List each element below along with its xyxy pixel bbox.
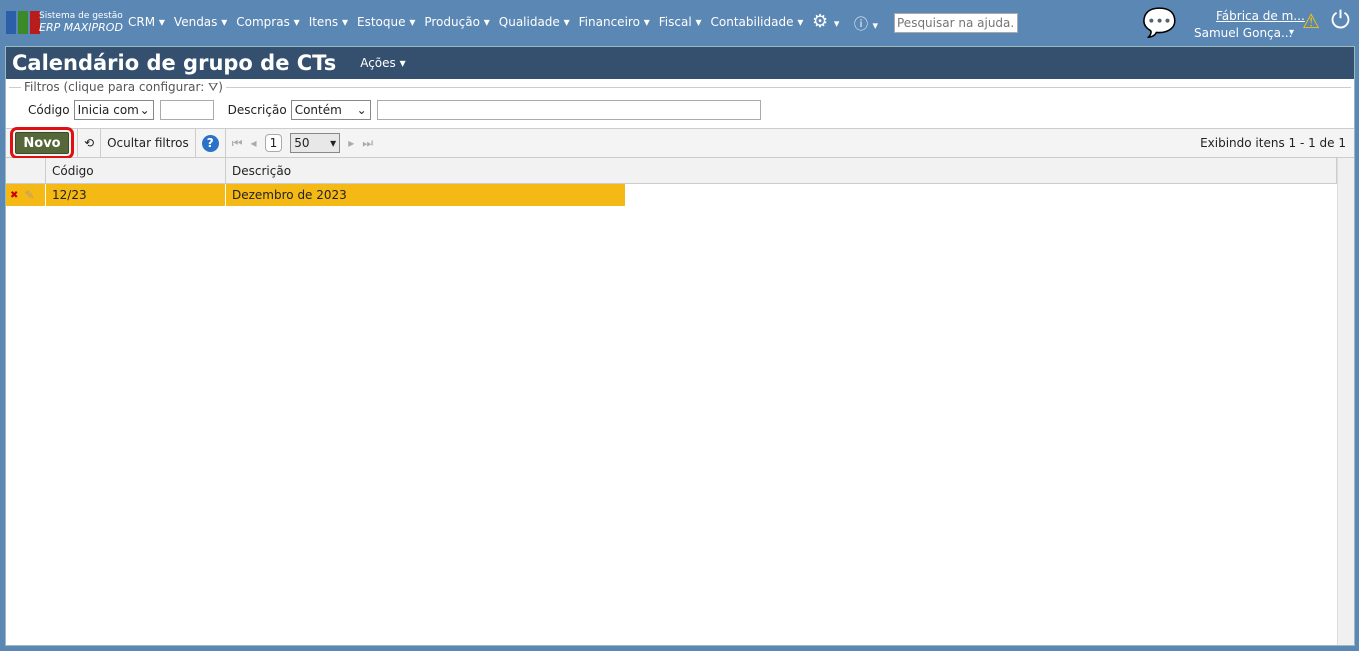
codigo-operator-select[interactable]: Inicia com ⌄ (73, 100, 154, 120)
cell-descricao: Dezembro de 2023 (226, 184, 626, 206)
next-page-icon[interactable]: ▸ (348, 136, 354, 150)
descricao-input[interactable] (376, 100, 761, 120)
menu-crm[interactable]: CRM (128, 15, 165, 29)
company-link[interactable]: Fábrica de m... (1216, 9, 1305, 23)
power-icon[interactable]: ⏻ (1331, 6, 1350, 34)
page-size-value: 50 (294, 136, 310, 150)
vertical-scrollbar[interactable] (1337, 158, 1354, 645)
menu-contabilidade[interactable]: Contabilidade (711, 15, 804, 29)
last-page-icon[interactable]: ⏭ (362, 136, 373, 151)
brand: Sistema de gestão ERP MAXIPROD (39, 10, 123, 34)
codigo-input[interactable] (159, 100, 214, 120)
new-button[interactable]: Novo (10, 127, 74, 159)
cell-codigo: 12/23 (46, 184, 226, 206)
main-menu: CRM Vendas Compras Itens Estoque Produçã… (128, 15, 803, 29)
help-search-input[interactable] (894, 13, 1018, 33)
descricao-op-value: Contém (294, 103, 342, 117)
edit-icon[interactable]: ✎ (24, 188, 34, 202)
descricao-label: Descrição (227, 103, 287, 117)
menu-qualidade[interactable]: Qualidade (499, 15, 570, 29)
codigo-label: Código (28, 103, 70, 117)
brand-line2: ERP MAXIPROD (39, 21, 123, 34)
chevron-down-icon[interactable]: ▾ (1289, 27, 1294, 38)
user-menu[interactable]: Samuel Gonça... (1194, 26, 1292, 40)
menu-estoque[interactable]: Estoque (357, 15, 415, 29)
prev-page-icon[interactable]: ◂ (251, 136, 257, 150)
title-bar: Calendário de grupo de CTs Ações (6, 47, 1354, 79)
items-status: Exibindo itens 1 - 1 de 1 (1200, 136, 1346, 150)
table-row[interactable]: ✖ ✎ 12/23 Dezembro de 2023 (6, 184, 626, 206)
delete-icon[interactable]: ✖ (10, 190, 18, 201)
warning-icon[interactable]: ⚠ (1302, 9, 1320, 33)
chat-icon[interactable]: 💬 (1142, 6, 1177, 39)
filter-icon[interactable]: ⛛ (208, 80, 218, 94)
menu-vendas[interactable]: Vendas (174, 15, 227, 29)
codigo-op-value: Inicia com (77, 103, 139, 117)
filters-legend[interactable]: Filtros (clique para configurar: ⛛) (21, 80, 226, 95)
menu-producao[interactable]: Produção (424, 15, 489, 29)
column-header-codigo[interactable]: Código (46, 158, 226, 183)
gear-icon[interactable]: ⚙ ▾ (812, 11, 839, 32)
menu-compras[interactable]: Compras (236, 15, 299, 29)
logo[interactable] (6, 11, 40, 34)
help-button[interactable]: ? (194, 129, 225, 157)
help-icon: ? (201, 134, 219, 152)
filters-legend-text: Filtros (clique para configurar: (24, 80, 205, 94)
chevron-down-icon: ⌄ (139, 103, 150, 117)
chevron-down-icon: ⌄ (356, 103, 367, 117)
menu-financeiro[interactable]: Financeiro (579, 15, 650, 29)
column-header-descricao[interactable]: Descrição (226, 158, 1337, 183)
pager: ⏮ ◂ 1 50 ▾ ▸ ⏭ (224, 129, 379, 157)
menu-itens[interactable]: Itens (309, 15, 348, 29)
actions-menu[interactable]: Ações (360, 56, 405, 70)
select-column-header[interactable] (6, 158, 46, 183)
data-grid: Código Descrição ✖ ✎ 12/23 Dezembro de 20… (6, 158, 1354, 645)
menu-fiscal[interactable]: Fiscal (659, 15, 702, 29)
help-menu-icon[interactable]: ⓘ ▾ (854, 14, 878, 34)
first-page-icon[interactable]: ⏮ (232, 136, 243, 151)
page-title: Calendário de grupo de CTs (12, 51, 337, 75)
refresh-icon: ⟲ (84, 136, 95, 150)
page-number[interactable]: 1 (264, 134, 283, 152)
main-panel: Calendário de grupo de CTs Ações Filtros… (5, 46, 1355, 646)
descricao-operator-select[interactable]: Contém ⌄ (290, 100, 371, 120)
top-nav: Sistema de gestãoERP MAXIPROD CRM Vendas… (0, 0, 1359, 46)
hide-filters-button[interactable]: Ocultar filtros (100, 129, 195, 157)
filters-panel: Filtros (clique para configurar: ⛛) Códi… (9, 80, 1351, 127)
grid-header: Código Descrição (6, 158, 1337, 184)
brand-line1: Sistema de gestão (39, 11, 123, 21)
page-size-select[interactable]: 50 ▾ (290, 133, 341, 153)
refresh-button[interactable]: ⟲ (77, 129, 100, 157)
toolbar: Novo ⟲ Ocultar filtros ? ⏮ ◂ 1 50 ▾ ▸ ⏭ Exi… (6, 127, 1354, 159)
